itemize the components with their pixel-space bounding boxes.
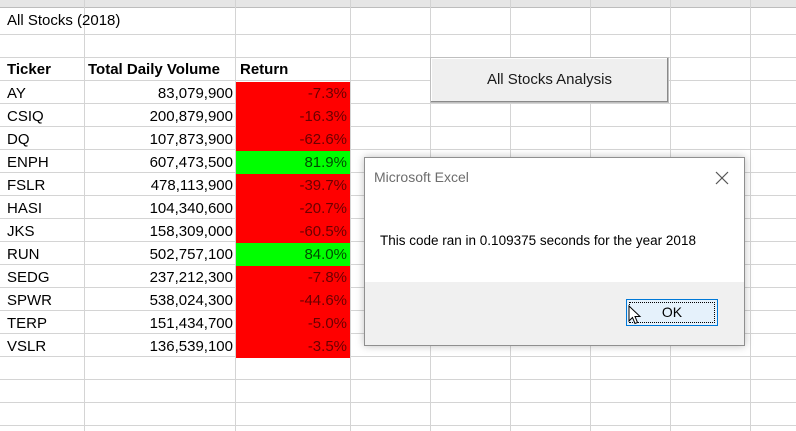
- ticker-cell[interactable]: DQ: [7, 128, 30, 151]
- header-total-daily-volume[interactable]: Total Daily Volume: [88, 58, 220, 81]
- header-return[interactable]: Return: [240, 58, 288, 81]
- ticker-cell[interactable]: RUN: [7, 243, 40, 266]
- row-divider: [0, 379, 796, 380]
- row-divider: [0, 34, 796, 35]
- column-divider: [750, 0, 751, 431]
- ticker-cell[interactable]: ENPH: [7, 151, 49, 174]
- return-cell[interactable]: -7.3%: [236, 82, 350, 105]
- return-cell[interactable]: -39.7%: [236, 174, 350, 197]
- volume-cell[interactable]: 538,024,300: [86, 289, 233, 312]
- ticker-cell[interactable]: JKS: [7, 220, 35, 243]
- return-cell[interactable]: -7.8%: [236, 266, 350, 289]
- volume-cell[interactable]: 607,473,500: [86, 151, 233, 174]
- message-dialog: Microsoft Excel This code ran in 0.10937…: [364, 157, 745, 346]
- ticker-cell[interactable]: CSIQ: [7, 105, 44, 128]
- close-icon[interactable]: [710, 166, 734, 190]
- return-cell[interactable]: -20.7%: [236, 197, 350, 220]
- ticker-cell[interactable]: HASI: [7, 197, 42, 220]
- ticker-cell[interactable]: AY: [7, 82, 26, 105]
- sheet-title-cell[interactable]: All Stocks (2018): [7, 9, 120, 32]
- volume-cell[interactable]: 104,340,600: [86, 197, 233, 220]
- return-cell[interactable]: -44.6%: [236, 289, 350, 312]
- volume-cell[interactable]: 107,873,900: [86, 128, 233, 151]
- return-cell[interactable]: 81.9%: [236, 151, 350, 174]
- row-divider: [0, 402, 796, 403]
- volume-cell[interactable]: 478,113,900: [86, 174, 233, 197]
- ticker-cell[interactable]: VSLR: [7, 335, 46, 358]
- mouse-pointer-icon: [628, 305, 642, 325]
- row-divider: [0, 425, 796, 426]
- return-cell[interactable]: 84.0%: [236, 243, 350, 266]
- column-divider: [84, 0, 85, 431]
- header-ticker[interactable]: Ticker: [7, 58, 51, 81]
- ticker-cell[interactable]: SEDG: [7, 266, 50, 289]
- ticker-cell[interactable]: FSLR: [7, 174, 45, 197]
- volume-cell[interactable]: 83,079,900: [86, 82, 233, 105]
- return-cell[interactable]: -5.0%: [236, 312, 350, 335]
- volume-cell[interactable]: 136,539,100: [86, 335, 233, 358]
- volume-cell[interactable]: 237,212,300: [86, 266, 233, 289]
- volume-cell[interactable]: 151,434,700: [86, 312, 233, 335]
- volume-cell[interactable]: 200,879,900: [86, 105, 233, 128]
- dialog-message: This code ran in 0.109375 seconds for th…: [380, 233, 696, 248]
- return-cell[interactable]: -16.3%: [236, 105, 350, 128]
- all-stocks-analysis-button[interactable]: All Stocks Analysis: [430, 57, 669, 103]
- return-cell[interactable]: -60.5%: [236, 220, 350, 243]
- column-divider: [350, 0, 351, 431]
- return-cell[interactable]: -62.6%: [236, 128, 350, 151]
- volume-cell[interactable]: 502,757,100: [86, 243, 233, 266]
- ticker-cell[interactable]: TERP: [7, 312, 47, 335]
- volume-cell[interactable]: 158,309,000: [86, 220, 233, 243]
- column-header-strip: [0, 0, 796, 8]
- ticker-cell[interactable]: SPWR: [7, 289, 52, 312]
- dialog-title: Microsoft Excel: [374, 169, 469, 185]
- return-cell[interactable]: -3.5%: [236, 335, 350, 358]
